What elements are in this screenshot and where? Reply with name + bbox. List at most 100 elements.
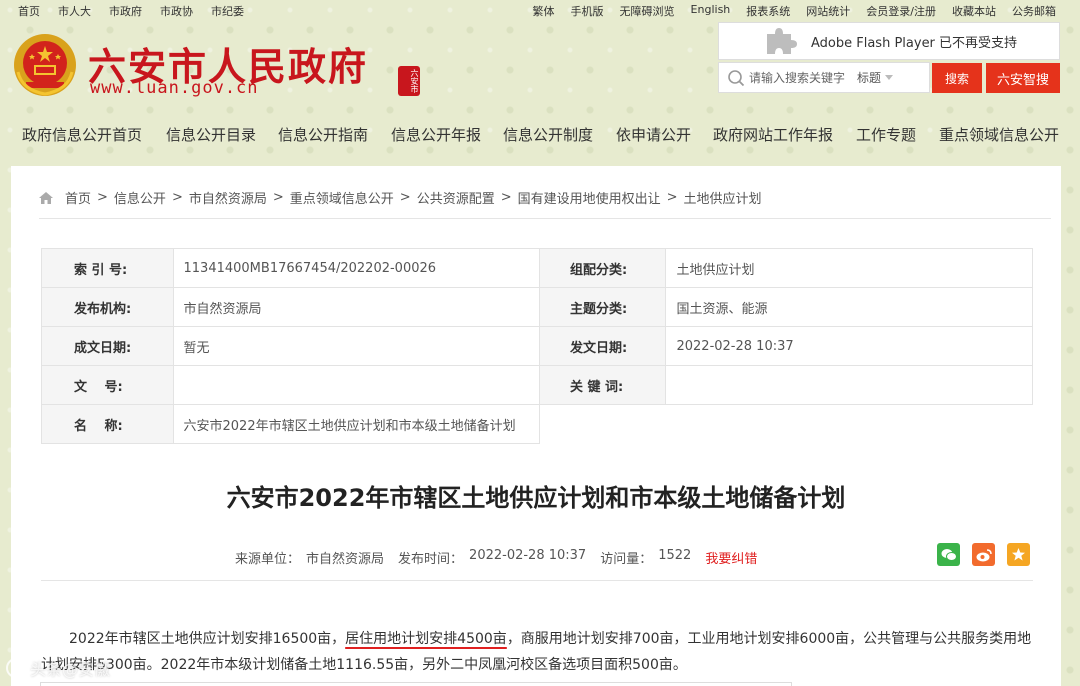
published-date-value: 2022-02-28 10:37 [665,326,1033,366]
created-date-label: 成文日期: [41,326,174,366]
keywords-label: 关 键 词: [538,365,667,405]
national-emblem-icon [14,34,76,96]
search-button[interactable]: 搜索 [932,63,982,93]
top-link-mobile[interactable]: 手机版 [571,3,604,19]
empty-cell [539,404,1033,444]
watermark-text: 头条@安徽 [30,660,111,679]
breadcrumb-disclosure[interactable]: 信息公开 [114,188,166,207]
breadcrumb-key-areas[interactable]: 重点领域信息公开 [290,188,394,207]
flash-player-notice: Adobe Flash Player 已不再受支持 [718,22,1060,60]
top-link-home[interactable]: 首页 [18,3,40,19]
doc-name-value: 六安市2022年市辖区土地供应计划和市本级土地储备计划 [172,404,540,444]
publish-time-label: 发布时间： [398,552,464,567]
weibo-icon [976,548,992,561]
search-box: 标题 [718,62,930,93]
breadcrumb-separator: > [272,190,284,205]
share-weibo-button[interactable] [972,543,995,566]
source-label: 来源单位： [235,552,301,567]
star-icon [1012,548,1025,561]
nav-item-catalog[interactable]: 信息公开目录 [166,124,256,145]
watermark: 头条@安徽 [6,656,110,680]
top-link-government[interactable]: 市政府 [109,3,142,19]
views-label: 访问量： [600,552,653,567]
nav-item-disclosure-home[interactable]: 政府信息公开首页 [22,124,142,145]
site-url: www.luan.gov.cn [90,78,259,98]
share-wechat-button[interactable] [937,543,960,566]
search-scope-value: 标题 [857,71,882,85]
doc-number-value [172,365,540,405]
table-row: 成文日期: 暂无 发文日期: 2022-02-28 10:37 [41,326,1033,366]
content-panel: 首页 > 信息公开 > 市自然资源局 > 重点领域信息公开 > 公共资源配置 >… [11,166,1061,686]
table-row: 发布机构: 市自然资源局 主题分类: 国土资源、能源 [41,287,1033,327]
publisher-value: 市自然资源局 [172,287,540,327]
main-nav: 政府信息公开首页 信息公开目录 信息公开指南 信息公开年报 信息公开制度 依申请… [0,118,1080,148]
index-label: 索 引 号: [41,248,174,288]
document-title: 六安市2022年市辖区土地供应计划和市本级土地储备计划 [226,484,846,512]
breadcrumb-separator: > [171,190,183,205]
published-date-label: 发文日期: [538,326,667,366]
publisher-label: 发布机构: [41,287,174,327]
nav-item-key-areas[interactable]: 重点领域信息公开 [939,124,1059,145]
breadcrumb-home[interactable]: 首页 [65,188,91,207]
document-info: 来源单位： 市自然资源局 发布时间： 2022-02-28 10:37 访问量：… [235,548,757,567]
top-link-site-stats[interactable]: 网站统计 [806,3,850,19]
doc-number-label: 文 号: [41,365,174,405]
top-link-mail[interactable]: 公务邮箱 [1012,3,1056,19]
nav-item-annual-report[interactable]: 信息公开年报 [391,124,481,145]
wechat-icon [941,548,957,561]
breadcrumb-separator: > [97,190,108,205]
top-link-accessibility[interactable]: 无障碍浏览 [620,3,675,19]
search-scope-select[interactable]: 标题 [857,69,894,86]
divider [41,580,1033,581]
nav-item-system[interactable]: 信息公开制度 [503,124,593,145]
top-link-report-system[interactable]: 报表系统 [746,3,790,19]
favorite-button[interactable] [1007,543,1030,566]
breadcrumb: 首页 > 信息公开 > 市自然资源局 > 重点领域信息公开 > 公共资源配置 >… [39,188,762,207]
report-error-link[interactable]: 我要纠错 [705,548,757,567]
chevron-down-icon [885,75,894,80]
breadcrumb-separator: > [666,190,678,205]
top-links-right: 繁体 手机版 无障碍浏览 English 报表系统 网站统计 会员登录/注册 收… [533,3,1056,19]
smart-search-button[interactable]: 六安智搜 [986,63,1060,93]
attachment-table-edge [40,682,792,686]
created-date-value: 暂无 [172,326,540,366]
nav-item-website-report[interactable]: 政府网站工作年报 [713,124,833,145]
flash-notice-text: Adobe Flash Player 已不再受支持 [811,35,1018,51]
top-link-npc[interactable]: 市人大 [58,3,91,19]
table-row: 文 号: 关 键 词: [41,365,1033,405]
watermark-icon [6,658,26,678]
breadcrumb-land-transfer[interactable]: 国有建设用地使用权出让 [518,188,661,207]
search-input[interactable] [749,70,857,85]
body-text-part: 2022年市辖区土地供应计划安排16500亩， [69,631,346,647]
nav-item-guide[interactable]: 信息公开指南 [278,124,368,145]
breadcrumb-separator: > [500,190,512,205]
index-value: 11341400MB17667454/202202-00026 [172,248,540,288]
group-label: 组配分类: [538,248,667,288]
puzzle-plugin-icon [767,28,797,54]
top-link-english[interactable]: English [691,3,731,19]
group-value: 土地供应计划 [665,248,1033,288]
seal-stamp: 六安市 [398,66,420,96]
top-utility-bar: 首页 市人大 市政府 市政协 市纪委 繁体 手机版 无障碍浏览 English … [0,0,1080,20]
search-icon [728,69,745,86]
topic-label: 主题分类: [538,287,667,327]
top-link-login[interactable]: 会员登录/注册 [866,3,936,19]
source-value: 市自然资源局 [306,552,385,567]
keywords-value [665,365,1033,405]
breadcrumb-bureau[interactable]: 市自然资源局 [189,188,267,207]
table-row: 名 称: 六安市2022年市辖区土地供应计划和市本级土地储备计划 [41,404,1033,444]
breadcrumb-public-resources[interactable]: 公共资源配置 [417,188,495,207]
divider [39,218,1051,219]
top-links-left: 首页 市人大 市政府 市政协 市纪委 [18,3,244,19]
topic-value: 国土资源、能源 [665,287,1033,327]
top-link-cppcc[interactable]: 市政协 [160,3,193,19]
nav-item-by-request[interactable]: 依申请公开 [616,124,691,145]
views-value: 1522 [658,548,692,563]
nav-item-topics[interactable]: 工作专题 [856,124,916,145]
document-body: 2022年市辖区土地供应计划安排16500亩，居住用地计划安排4500亩，商服用… [41,626,1039,678]
top-link-bookmark[interactable]: 收藏本站 [952,3,996,19]
breadcrumb-land-supply[interactable]: 土地供应计划 [684,188,762,207]
breadcrumb-separator: > [399,190,411,205]
top-link-traditional[interactable]: 繁体 [533,3,555,19]
top-link-discipline[interactable]: 市纪委 [211,3,244,19]
